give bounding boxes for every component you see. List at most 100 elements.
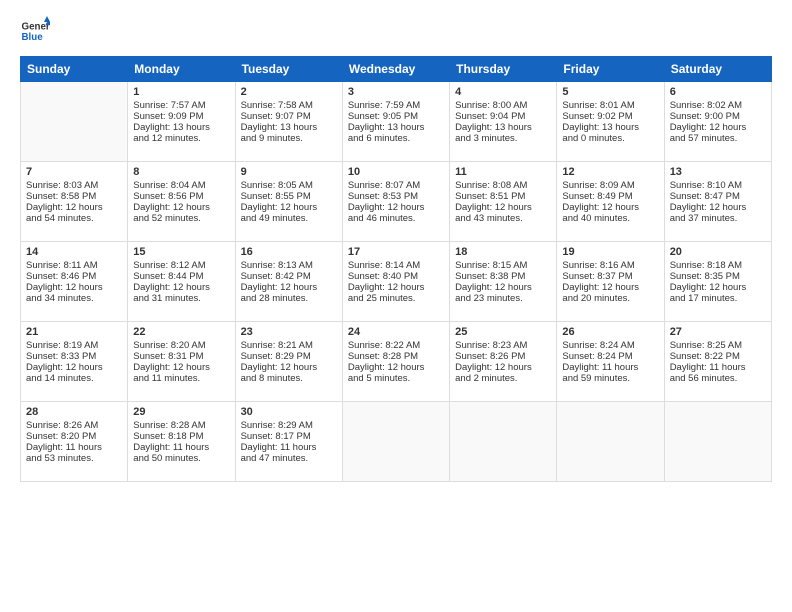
day-info-line: and 9 minutes. (241, 133, 337, 144)
logo: General Blue (20, 16, 54, 46)
day-number: 7 (26, 166, 122, 178)
calendar-header-friday: Friday (557, 57, 664, 82)
day-info-line: Sunset: 8:38 PM (455, 271, 551, 282)
day-info-line: Sunrise: 7:57 AM (133, 100, 229, 111)
day-info-line: Sunrise: 8:22 AM (348, 340, 444, 351)
day-info-line: Sunset: 8:37 PM (562, 271, 658, 282)
day-info-line: Sunrise: 8:14 AM (348, 260, 444, 271)
day-info-line: and 11 minutes. (133, 373, 229, 384)
day-info-line: Sunset: 8:44 PM (133, 271, 229, 282)
day-info-line: and 59 minutes. (562, 373, 658, 384)
day-info-line: Sunset: 8:17 PM (241, 431, 337, 442)
day-number: 20 (670, 246, 766, 258)
day-info-line: Daylight: 12 hours (670, 202, 766, 213)
day-info-line: Daylight: 13 hours (562, 122, 658, 133)
day-info-line: and 34 minutes. (26, 293, 122, 304)
day-info-line: Sunrise: 8:05 AM (241, 180, 337, 191)
day-info-line: Sunrise: 7:58 AM (241, 100, 337, 111)
day-info-line: Daylight: 11 hours (26, 442, 122, 453)
day-info-line: Sunrise: 8:08 AM (455, 180, 551, 191)
day-number: 28 (26, 406, 122, 418)
day-info-line: Sunrise: 8:23 AM (455, 340, 551, 351)
day-info-line: Daylight: 13 hours (455, 122, 551, 133)
logo-icon: General Blue (20, 16, 50, 46)
day-info-line: and 43 minutes. (455, 213, 551, 224)
calendar-cell: 19Sunrise: 8:16 AMSunset: 8:37 PMDayligh… (557, 242, 664, 322)
day-number: 13 (670, 166, 766, 178)
calendar-cell: 13 Sunrise: 8:10 AMSunset: 8:47 PMDayligh… (664, 162, 771, 242)
calendar-cell: 10Sunrise: 8:07 AMSunset: 8:53 PMDayligh… (342, 162, 449, 242)
day-info-line: Sunset: 8:47 PM (670, 191, 766, 202)
calendar-week-4: 21Sunrise: 8:19 AMSunset: 8:33 PMDayligh… (21, 322, 772, 402)
calendar-cell: 1Sunrise: 7:57 AMSunset: 9:09 PMDaylight… (128, 82, 235, 162)
day-info-line: Daylight: 12 hours (455, 282, 551, 293)
day-info-line: Sunset: 8:20 PM (26, 431, 122, 442)
calendar-week-5: 28Sunrise: 8:26 AMSunset: 8:20 PMDayligh… (21, 402, 772, 482)
day-info-line: Daylight: 12 hours (133, 362, 229, 373)
day-info-line: Sunrise: 8:07 AM (348, 180, 444, 191)
day-number: 16 (241, 246, 337, 258)
calendar-cell (664, 402, 771, 482)
day-info-line: Daylight: 12 hours (26, 362, 122, 373)
day-info-line: Sunrise: 8:12 AM (133, 260, 229, 271)
day-info-line: Daylight: 12 hours (562, 202, 658, 213)
day-number: 5 (562, 86, 658, 98)
day-info-line: and 40 minutes. (562, 213, 658, 224)
day-info-line: Daylight: 11 hours (670, 362, 766, 373)
day-number: 9 (241, 166, 337, 178)
day-number: 25 (455, 326, 551, 338)
calendar-header-sunday: Sunday (21, 57, 128, 82)
calendar-cell: 23Sunrise: 8:21 AMSunset: 8:29 PMDayligh… (235, 322, 342, 402)
day-info-line: Daylight: 12 hours (348, 362, 444, 373)
day-number: 21 (26, 326, 122, 338)
day-info-line: and 8 minutes. (241, 373, 337, 384)
day-info-line: Daylight: 12 hours (455, 202, 551, 213)
day-info-line: Daylight: 12 hours (241, 282, 337, 293)
day-info-line: Sunset: 9:04 PM (455, 111, 551, 122)
calendar-cell (21, 82, 128, 162)
day-info-line: Sunrise: 8:29 AM (241, 420, 337, 431)
day-number: 2 (241, 86, 337, 98)
day-number: 27 (670, 326, 766, 338)
calendar-cell: 30Sunrise: 8:29 AMSunset: 8:17 PMDayligh… (235, 402, 342, 482)
calendar-cell: 5Sunrise: 8:01 AMSunset: 9:02 PMDaylight… (557, 82, 664, 162)
day-info-line: Daylight: 12 hours (241, 362, 337, 373)
day-number: 11 (455, 166, 551, 178)
day-info-line: and 14 minutes. (26, 373, 122, 384)
day-info-line: Sunset: 8:51 PM (455, 191, 551, 202)
calendar-cell: 2Sunrise: 7:58 AMSunset: 9:07 PMDaylight… (235, 82, 342, 162)
day-number: 19 (562, 246, 658, 258)
calendar-cell: 28Sunrise: 8:26 AMSunset: 8:20 PMDayligh… (21, 402, 128, 482)
calendar-week-3: 14Sunrise: 8:11 AMSunset: 8:46 PMDayligh… (21, 242, 772, 322)
day-info-line: Daylight: 12 hours (133, 282, 229, 293)
day-info-line: and 53 minutes. (26, 453, 122, 464)
day-number: 26 (562, 326, 658, 338)
day-info-line: Sunrise: 8:18 AM (670, 260, 766, 271)
day-info-line: Sunrise: 8:02 AM (670, 100, 766, 111)
day-info-line: and 23 minutes. (455, 293, 551, 304)
day-info-line: Sunset: 8:24 PM (562, 351, 658, 362)
day-info-line: and 56 minutes. (670, 373, 766, 384)
day-info-line: Sunset: 8:31 PM (133, 351, 229, 362)
day-info-line: Sunset: 8:18 PM (133, 431, 229, 442)
day-info-line: and 6 minutes. (348, 133, 444, 144)
day-info-line: Sunrise: 8:10 AM (670, 180, 766, 191)
day-info-line: Sunrise: 8:03 AM (26, 180, 122, 191)
day-info-line: Sunset: 8:58 PM (26, 191, 122, 202)
day-number: 29 (133, 406, 229, 418)
day-info-line: Daylight: 12 hours (455, 362, 551, 373)
calendar-cell: 26Sunrise: 8:24 AMSunset: 8:24 PMDayligh… (557, 322, 664, 402)
calendar-cell: 17Sunrise: 8:14 AMSunset: 8:40 PMDayligh… (342, 242, 449, 322)
day-info-line: and 37 minutes. (670, 213, 766, 224)
calendar-cell (342, 402, 449, 482)
day-info-line: Sunset: 8:22 PM (670, 351, 766, 362)
day-info-line: Daylight: 12 hours (562, 282, 658, 293)
day-info-line: Sunrise: 8:11 AM (26, 260, 122, 271)
day-info-line: and 17 minutes. (670, 293, 766, 304)
calendar-cell: 12Sunrise: 8:09 AMSunset: 8:49 PMDayligh… (557, 162, 664, 242)
day-number: 24 (348, 326, 444, 338)
calendar-cell (450, 402, 557, 482)
day-info-line: and 49 minutes. (241, 213, 337, 224)
calendar-cell: 18Sunrise: 8:15 AMSunset: 8:38 PMDayligh… (450, 242, 557, 322)
calendar-cell: 16Sunrise: 8:13 AMSunset: 8:42 PMDayligh… (235, 242, 342, 322)
